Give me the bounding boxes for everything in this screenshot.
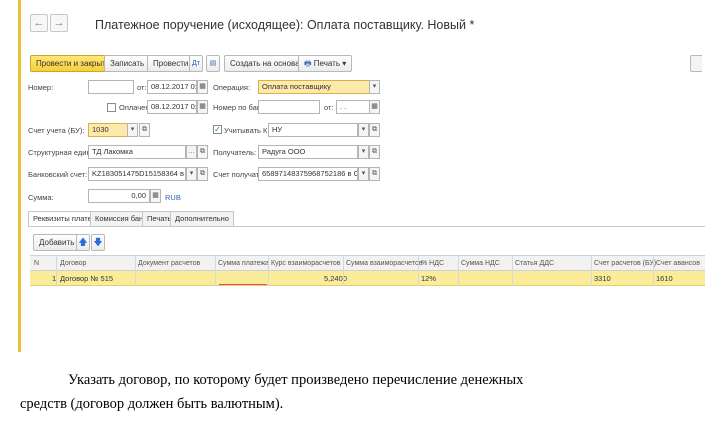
printer-icon: 🖶 [304,59,312,68]
bank-date-field[interactable]: . . [336,100,370,114]
calculator-icon[interactable]: ▦ [150,189,161,203]
post-button[interactable]: Провести [147,55,195,72]
window-title: Платежное поручение (исходящее): Оплата … [95,18,475,32]
col-settlement-sum[interactable]: Сумма взаиморасчетов [346,257,423,270]
col-settlement-account[interactable]: Счет расчетов (БУ) [594,257,656,270]
col-divider [56,256,57,286]
recipient-account-field[interactable]: 65897148375968752186 в Сбербанк Р [258,167,358,181]
bank-account-dropdown-icon[interactable]: ▾ [186,167,197,181]
open-link-icon[interactable]: ⧉ [369,167,380,181]
col-divider [215,256,216,286]
recipient-label: Получатель: [213,148,257,157]
window-accent-bar [18,0,21,352]
recipient-field[interactable]: Радуга ООО [258,145,358,159]
date-from-label: от: [137,83,147,92]
col-divider [135,256,136,286]
number-field[interactable] [88,80,134,94]
col-divider [268,256,269,286]
bank-number-field[interactable] [258,100,320,114]
chevron-down-icon: ▾ [342,59,347,68]
col-dds-article[interactable]: Статья ДДС [515,257,554,270]
unit-field[interactable]: ТД Лакомка [88,145,186,159]
bank-account-label: Банковский счет: [28,170,88,179]
operation-dropdown-icon[interactable]: ▾ [369,80,380,94]
journal-icon[interactable]: Дт [189,55,203,72]
col-divider [458,256,459,286]
operation-field[interactable]: Оплата поставщику [258,80,370,94]
sum-field[interactable]: 0,00 [88,189,150,203]
col-advance-account[interactable]: Счет авансов [656,257,700,270]
recipient-dropdown-icon[interactable]: ▾ [358,145,369,159]
structure-icon[interactable]: ▤ [206,55,220,72]
calendar-icon[interactable]: ▦ [197,80,208,94]
col-vat-sum[interactable]: Сумма НДС [461,257,500,270]
account-label: Счет учета (БУ): [28,126,85,135]
move-down-icon[interactable]: 🡇 [91,234,105,251]
cell-settlement-account[interactable]: 3310 [594,272,611,286]
cell-vat-percent[interactable]: 12% [421,272,436,286]
move-up-icon[interactable]: 🡅 [76,234,90,251]
bank-date-from-label: от: [324,103,334,112]
col-settlement-rate[interactable]: Курс взаиморасчетов [271,257,340,270]
col-divider [653,256,654,286]
kpn-checkbox[interactable]: ✓ [213,125,222,134]
col-divider [418,256,419,286]
account-field[interactable]: 1030 [88,123,128,137]
open-link-icon[interactable]: ⧉ [369,123,380,137]
col-payment-amount[interactable]: Сумма платежа [218,257,269,270]
kpn-dropdown-icon[interactable]: ▾ [358,123,369,137]
col-settlement-doc[interactable]: Документ расчетов [138,257,200,270]
caption-line-2: средств (договор должен быть валютным). [20,396,284,412]
recipient-account-dropdown-icon[interactable]: ▾ [358,167,369,181]
open-link-icon[interactable]: ⧉ [369,145,380,159]
date-field[interactable]: 08.12.2017 0:00:00 [147,80,197,94]
sum-label: Сумма: [28,193,54,202]
col-divider [512,256,513,286]
col-contract[interactable]: Договор [60,257,86,270]
open-link-icon[interactable]: ⧉ [139,123,150,137]
col-divider [591,256,592,286]
cell-advance-account[interactable]: 1610 [656,272,673,286]
add-row-button[interactable]: Добавить [33,234,81,251]
back-button[interactable]: ← [30,14,48,32]
save-button[interactable]: Записать [104,55,151,72]
number-label: Номер: [28,83,54,92]
arrow-left-icon: ← [33,17,45,29]
bank-account-field[interactable]: KZ183051475D15158364 в АО "БТА" [88,167,186,181]
open-link-icon[interactable]: ⧉ [197,145,208,159]
caption-line-1: Указать договор, по которому будет произ… [68,372,524,388]
cell-contract[interactable]: Договор № 515 [60,272,113,286]
print-label: Печать [313,59,341,68]
arrow-right-icon: → [53,17,65,29]
forward-button[interactable]: → [50,14,68,32]
kpn-field[interactable]: НУ [268,123,358,137]
document-window: ← → Платежное поручение (исходящее): Опл… [0,0,705,352]
col-n[interactable]: N [34,257,39,270]
paid-date-field[interactable]: 08.12.2017 0:00:00 [147,100,197,114]
currency-link[interactable]: RUB [165,193,181,202]
required-underline [219,284,267,285]
tabs-divider [28,226,705,227]
instruction-caption: Указать договор, по которому будет произ… [20,368,690,416]
calendar-icon[interactable]: ▦ [197,100,208,114]
paid-checkbox[interactable] [107,103,116,112]
print-button[interactable]: 🖶 Печать ▾ [298,55,353,72]
col-divider [343,256,344,286]
col-vat-percent[interactable]: % НДС [421,257,444,270]
select-ellipsis-icon[interactable]: … [186,145,197,159]
tab-additional[interactable]: Дополнительно [170,211,234,226]
account-dropdown-icon[interactable]: ▾ [127,123,138,137]
more-actions-button[interactable] [690,55,702,72]
operation-label: Операция: [213,83,251,92]
open-link-icon[interactable]: ⧉ [197,167,208,181]
calendar-icon[interactable]: ▦ [369,100,380,114]
